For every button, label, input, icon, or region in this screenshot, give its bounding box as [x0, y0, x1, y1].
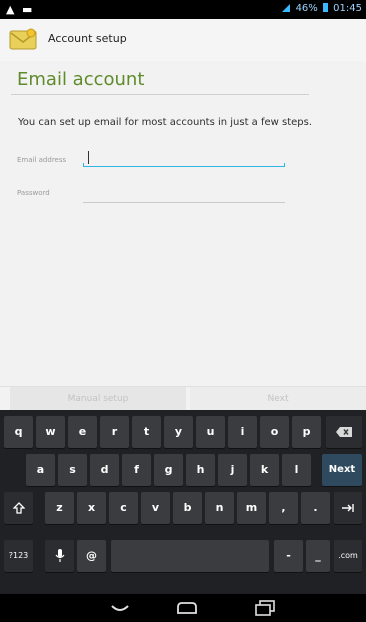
voice-key[interactable] — [45, 540, 74, 572]
key-j[interactable]: j — [218, 454, 247, 486]
at-key[interactable]: @ — [77, 540, 106, 572]
key-y[interactable]: y — [164, 416, 193, 448]
page-title: Email account — [17, 69, 145, 90]
microphone-icon — [55, 549, 64, 562]
title-divider — [11, 94, 309, 95]
key-period[interactable]: . — [301, 492, 330, 524]
key-x[interactable]: x — [77, 492, 106, 524]
key-r[interactable]: r — [100, 416, 129, 448]
tab-arrow-icon — [342, 504, 354, 512]
space-key[interactable] — [111, 540, 269, 572]
key-a[interactable]: a — [26, 454, 55, 486]
intro-text: You can set up email for most accounts i… — [18, 117, 313, 128]
next-key[interactable]: Next — [322, 454, 362, 486]
key-z[interactable]: z — [45, 492, 74, 524]
key-n[interactable]: n — [205, 492, 234, 524]
key-h[interactable]: h — [186, 454, 215, 486]
email-field[interactable] — [83, 151, 285, 167]
key-m[interactable]: m — [237, 492, 266, 524]
email-underline-tick-right — [284, 163, 285, 167]
signal-icon — [282, 4, 291, 12]
key-k[interactable]: k — [250, 454, 279, 486]
status-right: 46% 01:45 — [282, 3, 362, 14]
key-q[interactable]: q — [4, 416, 33, 448]
home-icon[interactable] — [175, 598, 199, 618]
key-d[interactable]: d — [90, 454, 119, 486]
action-bar: Account setup — [0, 19, 366, 62]
symbols-key[interactable]: ?123 — [4, 540, 33, 572]
dotcom-key[interactable]: .com — [334, 540, 362, 572]
key-f[interactable]: f — [122, 454, 151, 486]
key-i[interactable]: i — [228, 416, 257, 448]
setup-form: Email account You can set up email for m… — [0, 61, 366, 386]
key-l[interactable]: l — [282, 454, 311, 486]
backspace-icon — [336, 427, 352, 437]
battery-percent: 46% — [295, 3, 318, 14]
key-p[interactable]: p — [292, 416, 321, 448]
status-bar: ▲ ▬ 46% 01:45 — [0, 0, 366, 19]
email-envelope-icon[interactable] — [9, 28, 37, 52]
key-v[interactable]: v — [141, 492, 170, 524]
key-g[interactable]: g — [154, 454, 183, 486]
email-underline — [83, 166, 285, 167]
key-comma[interactable]: , — [269, 492, 298, 524]
key-e[interactable]: e — [68, 416, 97, 448]
key-w[interactable]: w — [36, 416, 65, 448]
hide-keyboard-icon[interactable] — [108, 598, 132, 618]
notification-icons: ▲ ▬ — [6, 3, 35, 16]
navigation-bar — [0, 594, 366, 622]
email-underline-tick-left — [83, 163, 84, 167]
password-field[interactable] — [83, 187, 285, 203]
backspace-key[interactable] — [326, 416, 362, 448]
battery-icon — [322, 3, 328, 12]
soft-keyboard: q w e r t y u i o p a s d f g h j k l Ne… — [0, 410, 366, 594]
next-button[interactable]: Next — [190, 387, 366, 411]
key-c[interactable]: c — [109, 492, 138, 524]
clock: 01:45 — [333, 3, 362, 14]
email-label: Email address — [17, 156, 67, 164]
key-t[interactable]: t — [132, 416, 161, 448]
recent-apps-icon[interactable] — [253, 598, 277, 618]
underscore-key[interactable]: _ — [306, 540, 330, 572]
shift-icon — [11, 502, 26, 514]
manual-setup-button[interactable]: Manual setup — [10, 387, 186, 411]
dash-key[interactable]: - — [274, 540, 303, 572]
action-bar-title: Account setup — [48, 32, 127, 45]
text-cursor — [88, 151, 89, 164]
password-underline — [83, 202, 285, 203]
button-bar: Manual setup Next — [0, 386, 366, 411]
key-u[interactable]: u — [196, 416, 225, 448]
key-o[interactable]: o — [260, 416, 289, 448]
key-s[interactable]: s — [58, 454, 87, 486]
screen: ▲ ▬ 46% 01:45 Account setup Email accoun… — [0, 0, 366, 622]
shift-key[interactable] — [4, 492, 33, 524]
tab-key[interactable] — [334, 492, 362, 524]
key-b[interactable]: b — [173, 492, 202, 524]
password-label: Password — [17, 189, 50, 197]
